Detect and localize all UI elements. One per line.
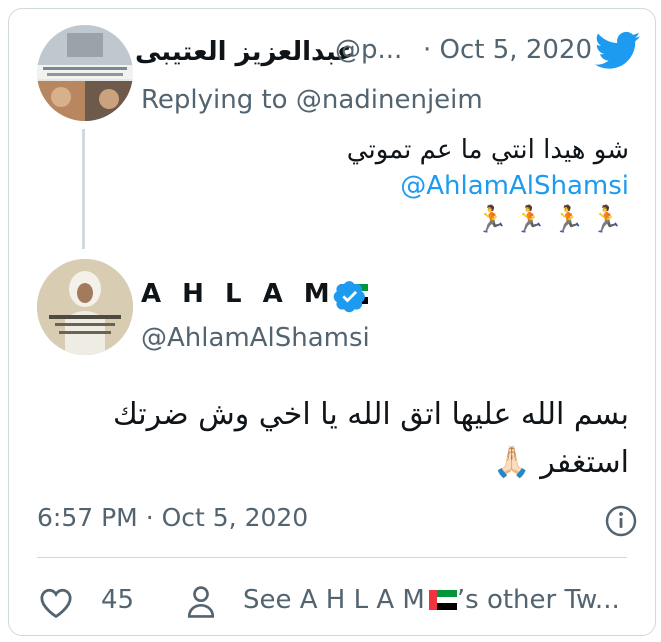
thread-connector-line <box>82 129 85 249</box>
reply-date-text: Oct 5, 2020 <box>439 35 592 65</box>
reply-author-name[interactable]: عبدالعزيز العتيبى <box>135 37 354 67</box>
verified-badge-icon <box>333 281 365 313</box>
divider <box>37 557 627 558</box>
timestamp-separator: · <box>145 503 154 532</box>
main-author-name-text: A H L A M <box>141 279 336 309</box>
heart-icon[interactable] <box>39 587 73 619</box>
see-other-tweets-link[interactable]: See A H L A M ’s other Tw... <box>243 585 647 615</box>
reply-mention-link[interactable]: @AhlamAlShamsi <box>400 171 629 201</box>
running-emoji-line: 🏃🏃🏃🏃 <box>475 205 629 235</box>
info-icon[interactable] <box>605 505 637 537</box>
avatar-image <box>37 259 133 355</box>
see-other-suffix: ’s other Tw... <box>456 585 620 615</box>
main-author-handle[interactable]: @AhlamAlShamsi <box>141 323 370 353</box>
uae-flag-icon <box>428 590 457 610</box>
reply-tweet-text: شو هيدا انتي ما عم تموتي <box>346 135 629 165</box>
main-author-avatar[interactable] <box>37 259 133 355</box>
reply-author-avatar[interactable] <box>37 25 133 121</box>
tweet-time: 6:57 PM <box>37 503 138 532</box>
tweet-timestamp[interactable]: 6:57 PM · Oct 5, 2020 <box>37 503 308 532</box>
avatar-image <box>37 25 133 121</box>
like-count[interactable]: 45 <box>101 585 134 615</box>
person-icon <box>187 586 215 618</box>
see-other-prefix: See A H L A M <box>243 585 425 615</box>
tweet-card[interactable]: عبدالعزيز العتيبى @p... · Oct 5, 2020 Re… <box>8 8 656 636</box>
replying-to: Replying to @nadinenjeim <box>141 85 483 115</box>
main-tweet-text: بسم الله عليها اتق الله يا اخي وش ضرتك ا… <box>112 397 629 480</box>
twitter-bird-icon[interactable] <box>595 31 641 71</box>
date-separator: · <box>423 35 432 65</box>
reply-author-handle[interactable]: @p... <box>335 35 402 65</box>
reply-date[interactable]: · Oct 5, 2020 <box>423 35 592 65</box>
replying-to-label: Replying to <box>141 85 288 115</box>
tweet-date: Oct 5, 2020 <box>161 503 309 532</box>
replying-to-handle-link[interactable]: @nadinenjeim <box>296 85 483 115</box>
